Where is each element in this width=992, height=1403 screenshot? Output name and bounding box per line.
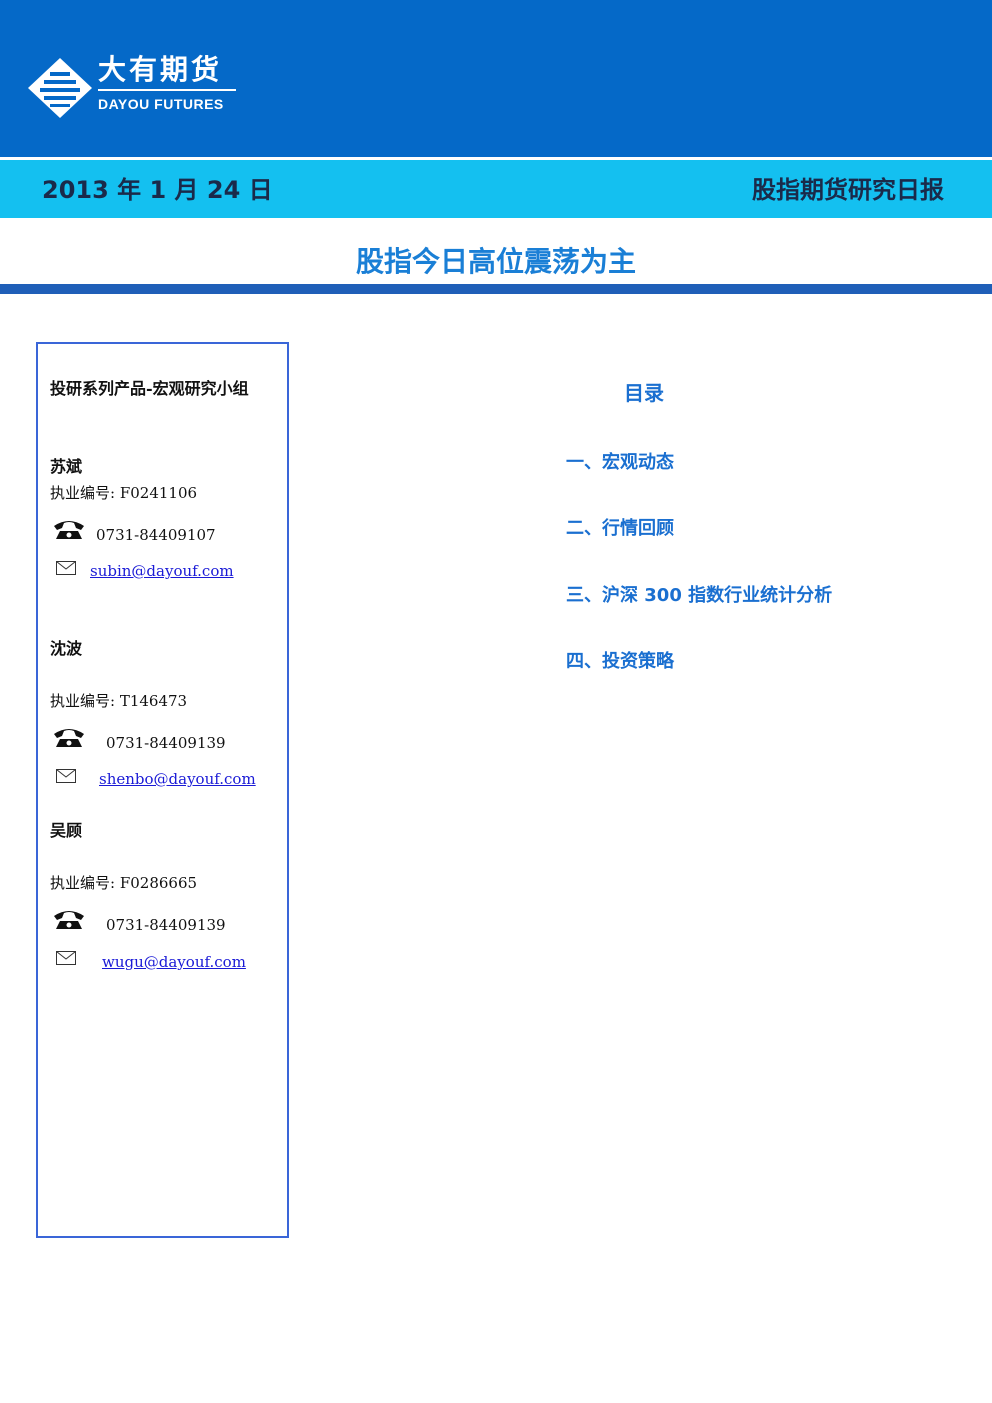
brand-name-en: DAYOU FUTURES <box>98 96 224 112</box>
toc-item-market-review[interactable]: 二、行情回顾 <box>566 517 674 541</box>
analyst-phone: 0731-84409139 <box>106 734 226 752</box>
telephone-icon <box>54 911 84 929</box>
envelope-icon <box>56 951 76 965</box>
telephone-icon <box>54 729 84 747</box>
analyst-license: 执业编号: F0286665 <box>50 874 198 892</box>
toc-item-csi300-analysis[interactable]: 三、沪深 300 指数行业统计分析 <box>566 584 832 608</box>
headline-rule <box>0 284 992 294</box>
analyst-license: 执业编号: F0241106 <box>50 484 198 502</box>
report-type: 股指期货研究日报 <box>752 176 944 204</box>
brand-divider <box>98 89 236 91</box>
analyst-name: 沈波 <box>50 639 83 658</box>
dayou-logo-icon <box>28 58 92 118</box>
analyst-phone: 0731-84409107 <box>96 526 216 544</box>
analyst-name: 苏斌 <box>50 457 83 476</box>
toc-title: 目录 <box>624 381 664 405</box>
analyst-email-link[interactable]: wugu@dayouf.com <box>102 952 246 972</box>
analyst-email-link[interactable]: shenbo@dayouf.com <box>99 769 256 789</box>
toc-item-macro[interactable]: 一、宏观动态 <box>566 451 674 475</box>
analyst-phone: 0731-84409139 <box>106 916 226 934</box>
brand-name-cn: 大有期货 <box>98 53 223 86</box>
research-group-title: 投研系列产品-宏观研究小组 <box>50 379 249 398</box>
analyst-email-link[interactable]: subin@dayouf.com <box>90 561 234 581</box>
analyst-name: 吴顾 <box>50 821 83 840</box>
report-headline: 股指今日高位震荡为主 <box>355 245 636 278</box>
analyst-license: 执业编号: T146473 <box>50 692 188 710</box>
report-date: 2013 年 1 月 24 日 <box>42 176 273 204</box>
telephone-icon <box>54 521 84 539</box>
toc-item-strategy[interactable]: 四、投资策略 <box>566 650 674 674</box>
envelope-icon <box>56 769 76 783</box>
envelope-icon <box>56 561 76 575</box>
